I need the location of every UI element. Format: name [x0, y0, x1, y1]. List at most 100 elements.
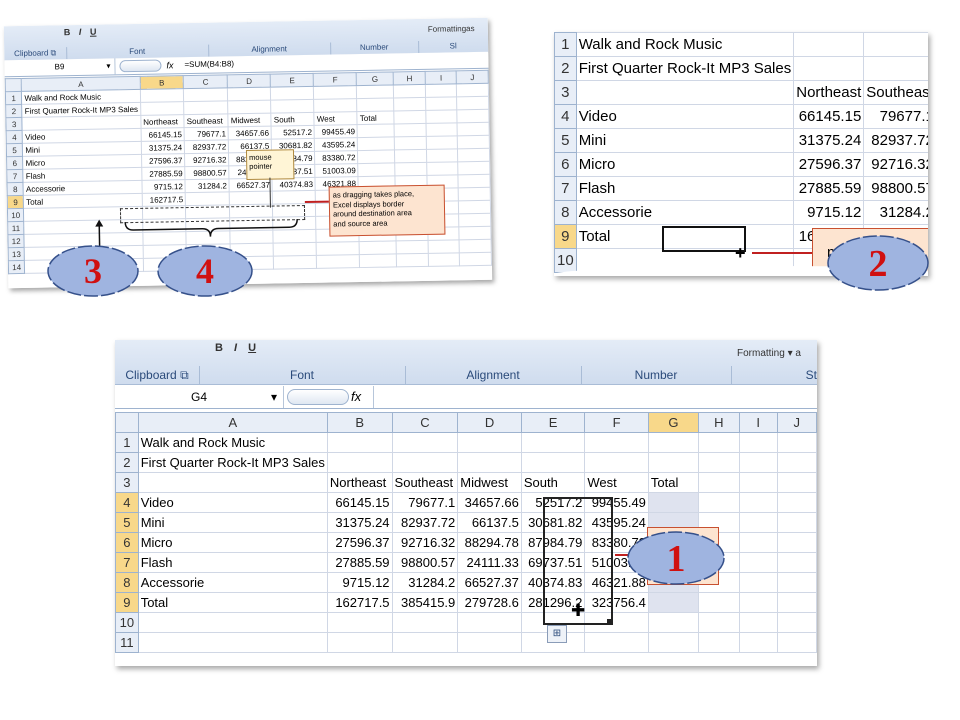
cell[interactable]	[697, 592, 740, 613]
cell[interactable]	[697, 452, 740, 473]
cell[interactable]: Walk and Rock Music	[575, 32, 795, 57]
cell[interactable]: Walk and Rock Music	[137, 432, 328, 453]
cell[interactable]	[520, 432, 586, 453]
cell[interactable]: Midwest	[457, 472, 522, 493]
cell[interactable]	[738, 492, 778, 513]
column-header[interactable]: H	[697, 412, 740, 433]
cell[interactable]	[326, 452, 393, 473]
cell[interactable]: 27596.37	[793, 152, 865, 177]
cell[interactable]	[697, 472, 740, 493]
cell[interactable]	[738, 572, 778, 593]
cell[interactable]	[738, 612, 778, 633]
cell[interactable]	[457, 612, 522, 633]
row-header[interactable]: 2	[554, 56, 577, 81]
cell[interactable]	[697, 612, 740, 633]
cell[interactable]	[584, 452, 649, 473]
cell[interactable]: Flash	[137, 552, 328, 573]
column-header[interactable]: D	[457, 412, 522, 433]
cell[interactable]: 82937.72	[391, 512, 459, 533]
cell[interactable]	[575, 80, 795, 105]
name-box[interactable]: G4 ▾	[115, 386, 284, 408]
cell[interactable]	[391, 612, 459, 633]
cell[interactable]: 31375.24	[326, 512, 393, 533]
cell[interactable]: 98800.57	[391, 552, 459, 573]
dropdown-arrow-icon[interactable]: ▾	[271, 386, 277, 408]
row-header[interactable]: 9	[115, 592, 139, 613]
cell[interactable]	[776, 532, 817, 553]
cell[interactable]: 66137.5	[457, 512, 522, 533]
cell[interactable]	[457, 452, 522, 473]
cell[interactable]: 27885.59	[793, 176, 865, 201]
cell[interactable]	[738, 552, 778, 573]
cell[interactable]	[137, 632, 328, 653]
cell[interactable]: First Quarter Rock-It MP3 Sales	[575, 56, 795, 81]
auto-fill-options-icon[interactable]: ⊞	[547, 625, 567, 643]
column-header[interactable]: J	[776, 412, 817, 433]
cell[interactable]: Video	[137, 492, 328, 513]
cell[interactable]: South	[520, 472, 586, 493]
cell[interactable]	[738, 512, 778, 533]
cell[interactable]: 66527.37	[457, 572, 522, 593]
cell[interactable]	[776, 552, 817, 573]
row-header[interactable]: 6	[115, 532, 139, 553]
row-header[interactable]: 8	[115, 572, 139, 593]
column-header[interactable]: C	[391, 412, 459, 433]
cell[interactable]	[647, 432, 699, 453]
row-header[interactable]: 7	[554, 176, 577, 201]
cell[interactable]: 279728.6	[457, 592, 522, 613]
underline-icon[interactable]: U	[248, 342, 256, 354]
cell[interactable]	[738, 592, 778, 613]
cell[interactable]	[738, 632, 778, 653]
row-header[interactable]: 10	[115, 612, 139, 633]
row-header[interactable]: 8	[554, 200, 577, 225]
row-header[interactable]: 6	[554, 152, 577, 177]
cell[interactable]: 31284.2	[863, 200, 928, 225]
cell[interactable]	[584, 632, 649, 653]
cell[interactable]: Video	[575, 104, 795, 129]
column-header[interactable]: A	[137, 412, 328, 433]
cell[interactable]	[647, 612, 699, 633]
column-header[interactable]	[115, 412, 139, 433]
cell[interactable]: Northeast	[793, 80, 865, 105]
row-header[interactable]: 3	[554, 80, 577, 105]
cell[interactable]: Mini	[137, 512, 328, 533]
cell[interactable]: Total	[137, 592, 328, 613]
cell[interactable]: 24111.33	[457, 552, 522, 573]
column-header[interactable]: I	[738, 412, 778, 433]
cell[interactable]: 98800.57	[863, 176, 928, 201]
row-header[interactable]: 1	[115, 432, 139, 453]
cell[interactable]	[776, 592, 817, 613]
cell[interactable]: 66145.15	[326, 492, 393, 513]
dialog-launcher-icon[interactable]: ⧉	[180, 368, 189, 382]
cell[interactable]: 162717.5	[326, 592, 393, 613]
cell[interactable]	[793, 56, 865, 81]
row-header[interactable]: 4	[115, 492, 139, 513]
formula-input[interactable]	[373, 386, 817, 408]
row-header[interactable]: 7	[115, 552, 139, 573]
row-header[interactable]: 10	[554, 248, 577, 273]
cell[interactable]: Southeast	[863, 80, 928, 105]
cell[interactable]	[776, 572, 817, 593]
cell[interactable]: Micro	[575, 152, 795, 177]
cell[interactable]	[697, 632, 740, 653]
cell[interactable]	[137, 612, 328, 633]
cell[interactable]: 9715.12	[793, 200, 865, 225]
cell[interactable]: Flash	[575, 176, 795, 201]
cell[interactable]	[326, 612, 393, 633]
cell[interactable]	[326, 632, 393, 653]
cell[interactable]	[776, 432, 817, 453]
fx-icon[interactable]: fx	[351, 386, 361, 408]
row-header[interactable]: 5	[115, 512, 139, 533]
row-header[interactable]: 3	[115, 472, 139, 493]
cell[interactable]: Accessorie	[575, 200, 795, 225]
cell[interactable]	[697, 432, 740, 453]
cell[interactable]	[647, 452, 699, 473]
column-header[interactable]: E	[520, 412, 586, 433]
cell[interactable]	[776, 632, 817, 653]
cell[interactable]	[863, 56, 928, 81]
cell[interactable]: 79677.1	[863, 104, 928, 129]
cell[interactable]	[520, 452, 586, 473]
conditional-formatting-label[interactable]: Formatting ▾ a	[737, 348, 801, 359]
cell[interactable]	[776, 512, 817, 533]
cell[interactable]	[776, 452, 817, 473]
